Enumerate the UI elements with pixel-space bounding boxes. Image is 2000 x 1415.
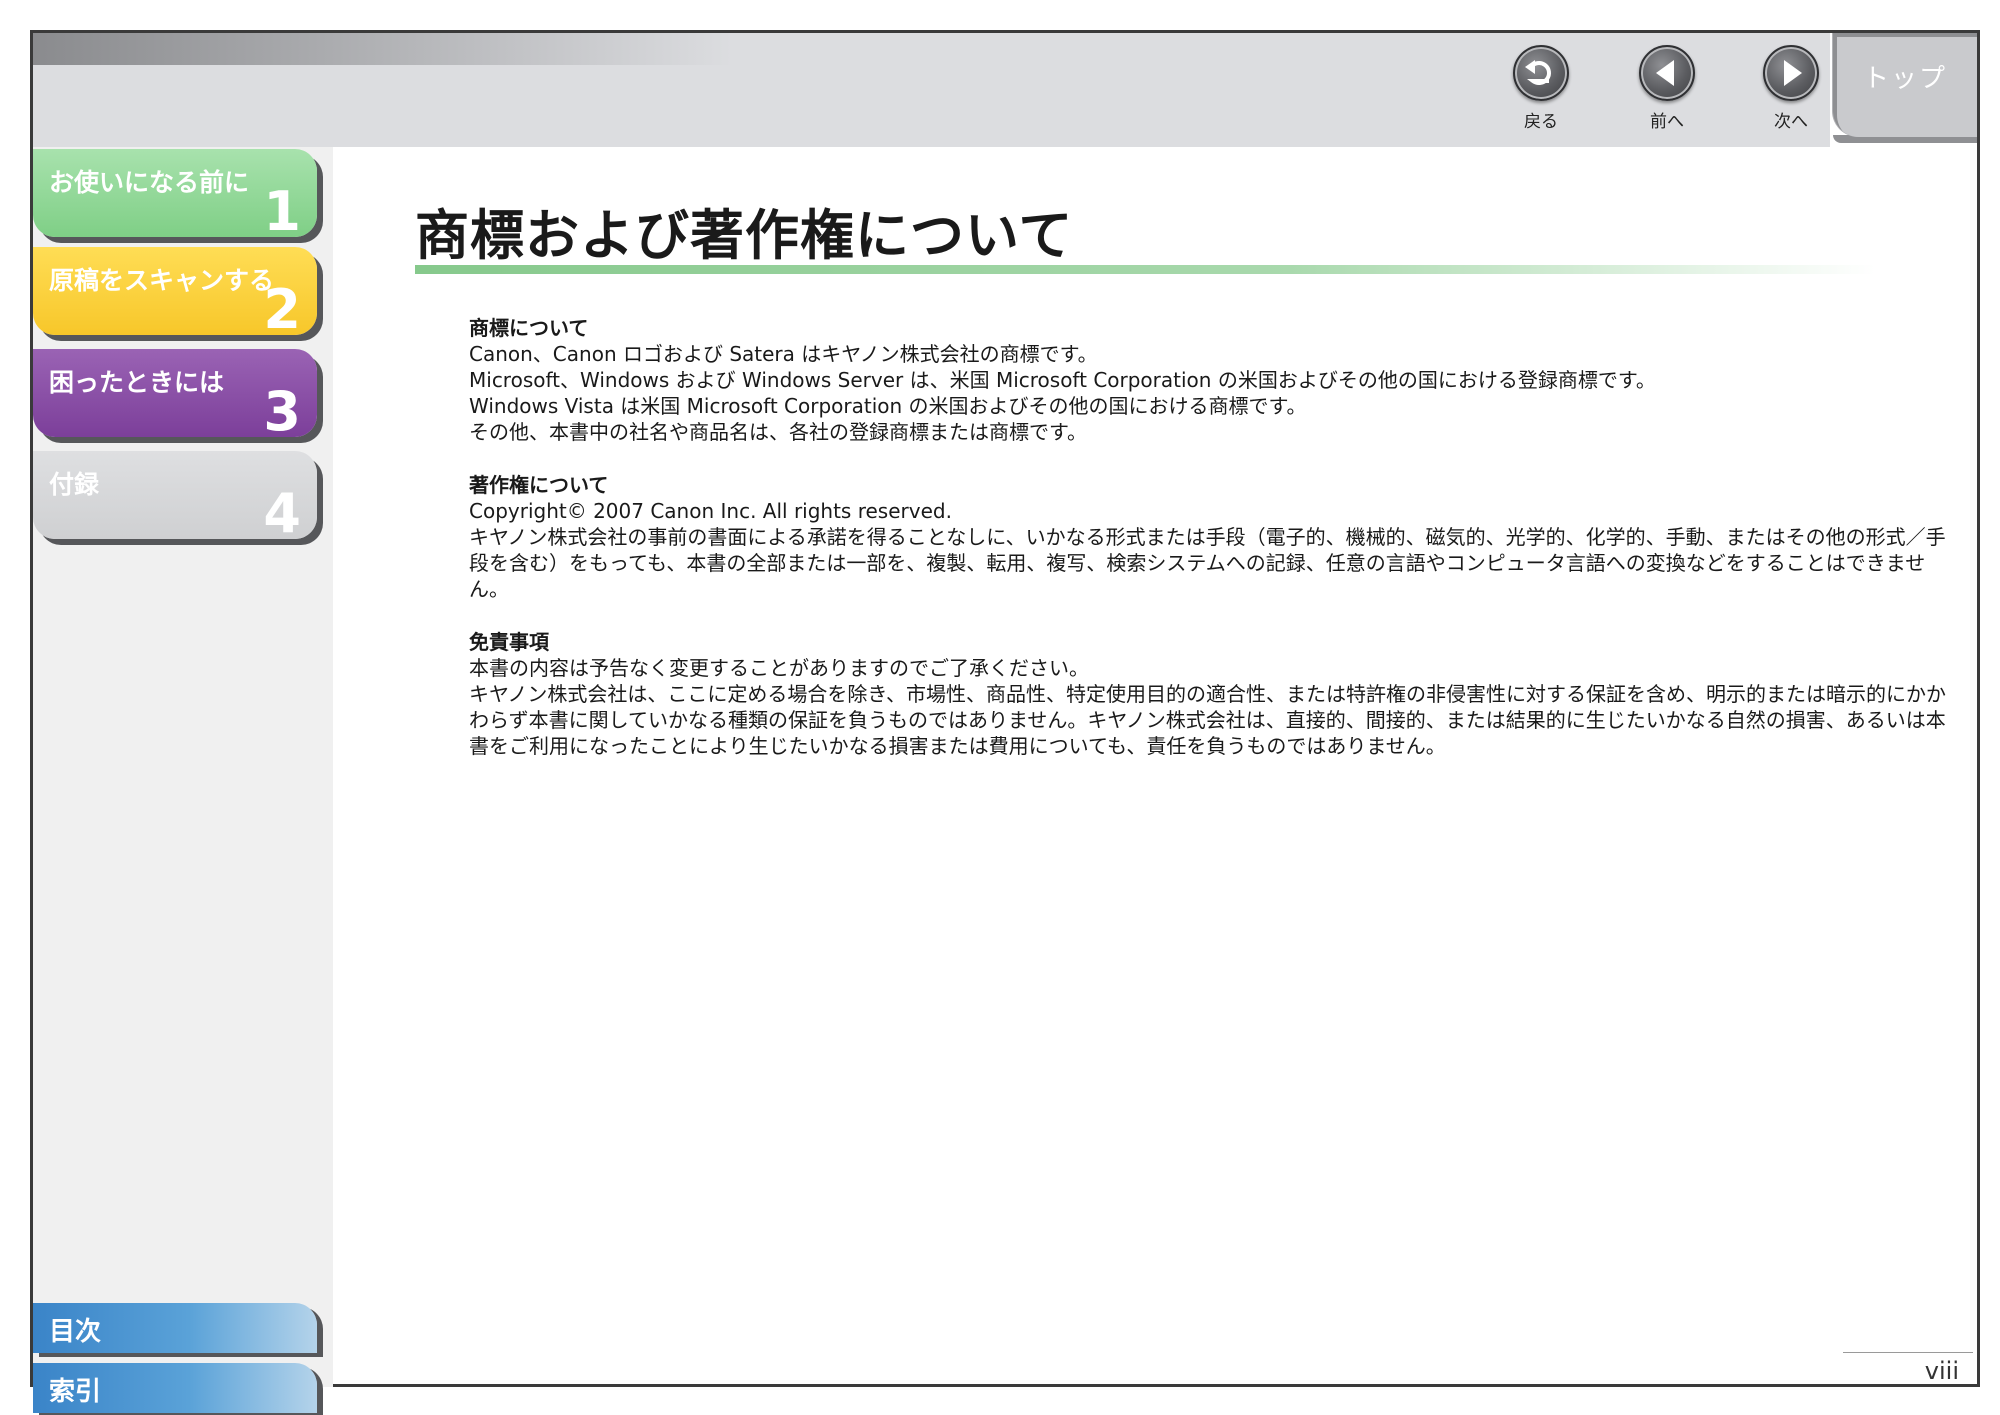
next-arrow-icon: [1763, 45, 1819, 101]
next-button[interactable]: 次へ: [1751, 45, 1831, 137]
main-content: 商標および著作権について 商標について Canon、Canon ロゴおよび Sa…: [333, 147, 1973, 1387]
paragraph: キヤノン株式会社の事前の書面による承諾を得ることなしに、いかなる形式または手段（…: [469, 525, 1946, 601]
index-label: 索引: [49, 1377, 102, 1407]
page-number-rule: [1843, 1352, 1973, 1353]
section-trademarks: 商標について Canon、Canon ロゴおよび Satera はキヤノン株式会…: [469, 315, 1959, 445]
chapter-number: 1: [263, 180, 301, 243]
paragraph: その他、本書中の社名や商品名は、各社の登録商標または商標です。: [469, 420, 1087, 444]
paragraph: Canon、Canon ロゴおよび Satera はキヤノン株式会社の商標です。: [469, 342, 1098, 366]
page-number: viii: [1924, 1357, 1959, 1385]
sidebar-chapter-4[interactable]: 付録 4: [33, 451, 317, 545]
top-button[interactable]: トップ: [1833, 33, 1977, 137]
sidebar-chapter-1[interactable]: お使いになる前に 1: [33, 149, 317, 243]
paragraph: Microsoft、Windows および Windows Server は、米…: [469, 368, 1656, 392]
toolbar: 戻る 前へ 次へ: [33, 33, 1830, 147]
prev-arrow-icon: [1639, 45, 1695, 101]
chapter-label: 付録: [49, 470, 100, 499]
chapter-label: 原稿をスキャンする: [49, 266, 275, 295]
toolbar-shade: [33, 33, 733, 65]
paragraph: Copyright© 2007 Canon Inc. All rights re…: [469, 499, 952, 523]
chapter-number: 4: [263, 482, 301, 545]
chapter-number: 2: [263, 278, 301, 341]
next-label: 次へ: [1774, 112, 1808, 132]
title-underline: [415, 265, 1875, 274]
back-button[interactable]: 戻る: [1501, 45, 1581, 137]
section-heading: 著作権について: [469, 473, 609, 497]
paragraph: 本書の内容は予告なく変更することがありますのでご了承ください。: [469, 656, 1089, 680]
sidebar-chapter-2[interactable]: 原稿をスキャンする 2: [33, 247, 317, 341]
back-label: 戻る: [1524, 112, 1558, 132]
prev-label: 前へ: [1650, 112, 1684, 132]
section-disclaimer: 免責事項 本書の内容は予告なく変更することがありますのでご了承ください。 キヤノ…: [469, 629, 1959, 759]
document-frame: 戻る 前へ 次へ トップ お使いになる前に 1 原稿をスキャンする 2 困ったと…: [30, 30, 1980, 1413]
sidebar: お使いになる前に 1 原稿をスキャンする 2 困ったときには 3 付録 4 目次…: [33, 147, 333, 1413]
prev-button[interactable]: 前へ: [1627, 45, 1707, 137]
contents-label: 目次: [49, 1317, 102, 1347]
contents-button[interactable]: 目次: [33, 1303, 317, 1353]
chapter-label: 困ったときには: [49, 368, 225, 397]
section-copyright: 著作権について Copyright© 2007 Canon Inc. All r…: [469, 472, 1959, 602]
section-heading: 商標について: [469, 316, 589, 340]
content-body: 商標について Canon、Canon ロゴおよび Satera はキヤノン株式会…: [469, 315, 1959, 786]
chapter-number: 3: [263, 380, 301, 443]
index-button[interactable]: 索引: [33, 1363, 317, 1413]
paragraph: キヤノン株式会社は、ここに定める場合を除き、市場性、商品性、特定使用目的の適合性…: [469, 682, 1946, 758]
back-icon: [1513, 45, 1569, 101]
section-heading: 免責事項: [469, 630, 549, 654]
sidebar-chapter-3[interactable]: 困ったときには 3: [33, 349, 317, 443]
chapter-label: お使いになる前に: [49, 168, 250, 197]
page-title: 商標および著作権について: [415, 204, 1074, 267]
paragraph: Windows Vista は米国 Microsoft Corporation …: [469, 394, 1307, 418]
